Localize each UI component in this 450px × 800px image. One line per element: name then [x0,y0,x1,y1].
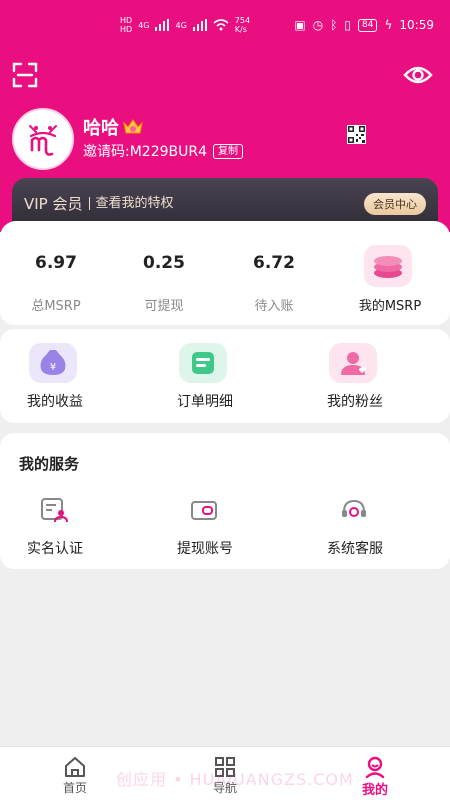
stat-value: 6.97 [35,253,77,273]
invite-label: 邀请码: [83,144,130,160]
invite-row: 邀请码:M229BUR4 复制 [83,141,244,161]
vip-label: VIP 会员 查看我的特权 [24,193,174,214]
card-icon [179,343,227,383]
svg-text:¥: ¥ [50,362,56,373]
feature-fans[interactable]: 我的粉丝 [300,329,450,423]
signal-bars-2-icon [192,19,207,31]
net-speed: 754 K/s [234,16,251,34]
vibrate-icon: ▯ [344,18,352,32]
nav-label: 首页 [62,781,87,795]
copy-button[interactable]: 复制 [213,143,244,159]
feature-card: ¥ 我的收益 订单明细 我的粉丝 [0,329,450,423]
feature-label: 我的粉丝 [327,394,383,410]
service-withdraw-account[interactable]: 提现账号 [150,491,260,561]
hd-badge-2: HD [120,25,133,34]
wifi-icon [213,19,229,31]
feature-label: 订单明细 [177,394,233,410]
crown-badge-icon [123,119,143,134]
alarm-icon: ◷ [312,18,324,32]
vip-title: VIP 会员 [24,195,83,213]
nfc-icon: ▣ [294,18,306,32]
hd-badge-1: HD [120,16,133,25]
member-center-button[interactable]: 会员中心 [364,193,426,215]
mascot-logo-icon [29,125,57,156]
vip-subtitle: 查看我的特权 [88,197,174,210]
clock: 10:59 [399,18,434,32]
stat-label: 总MSRP [31,299,81,314]
eye-icon[interactable] [403,62,433,88]
service-support[interactable]: 系统客服 [300,491,410,561]
stat-value: 6.72 [253,253,295,273]
user-name-row: 哈哈 [83,114,144,140]
id-verify-icon [41,498,68,523]
profile-icon [365,756,385,779]
service-label: 系统客服 [327,541,383,557]
charging-icon: ϟ [384,18,393,32]
scan-icon[interactable] [12,62,38,88]
feature-orders[interactable]: 订单明细 [150,329,300,423]
watermark: 创应用 • HUAJUANGZS.COM [116,770,354,789]
stats-card: 6.97 总MSRP 0.25 可提现 6.72 待入账 我的MSRP [0,221,450,325]
nav-home[interactable]: 首页 [35,747,115,800]
wallet-icon [191,501,217,520]
feature-earnings[interactable]: ¥ 我的收益 [0,329,150,423]
signal-1-label: 4G [138,20,150,30]
services-card: 我的服务 实名认证 提现账号 系统客服 [0,433,450,569]
battery-indicator: 84 [358,18,378,32]
stat-value: 0.25 [143,253,185,273]
bluetooth-icon: ᛒ [330,18,338,32]
services-title: 我的服务 [19,455,80,473]
coin-stack-icon[interactable] [364,245,412,287]
qr-code-icon[interactable] [347,125,366,144]
headset-icon [342,499,366,517]
fans-icon [329,343,377,383]
invite-code: M229BUR4 [129,144,208,160]
signal-bars-icon [155,19,170,31]
status-system: ▣ ◷ ᛒ ▯ 84 ϟ 10:59 [294,18,434,32]
service-real-name[interactable]: 实名认证 [0,491,110,561]
service-label: 实名认证 [27,541,83,557]
stat-label: 我的MSRP [358,299,422,314]
feature-label: 我的收益 [27,394,83,410]
status-bar: HD HD 4G 4G 754 K/s ▣ ◷ ᛒ ▯ 84 ϟ 10:59 [0,10,450,44]
home-icon [65,757,85,777]
status-network: HD HD 4G 4G 754 K/s [120,16,257,34]
stat-label: 待入账 [254,299,294,314]
user-name: 哈哈 [83,118,119,139]
service-label: 提现账号 [177,541,233,557]
signal-2-label: 4G [175,20,187,30]
stat-label: 可提现 [144,299,184,314]
money-bag-icon: ¥ [29,343,77,383]
avatar[interactable] [12,108,74,170]
